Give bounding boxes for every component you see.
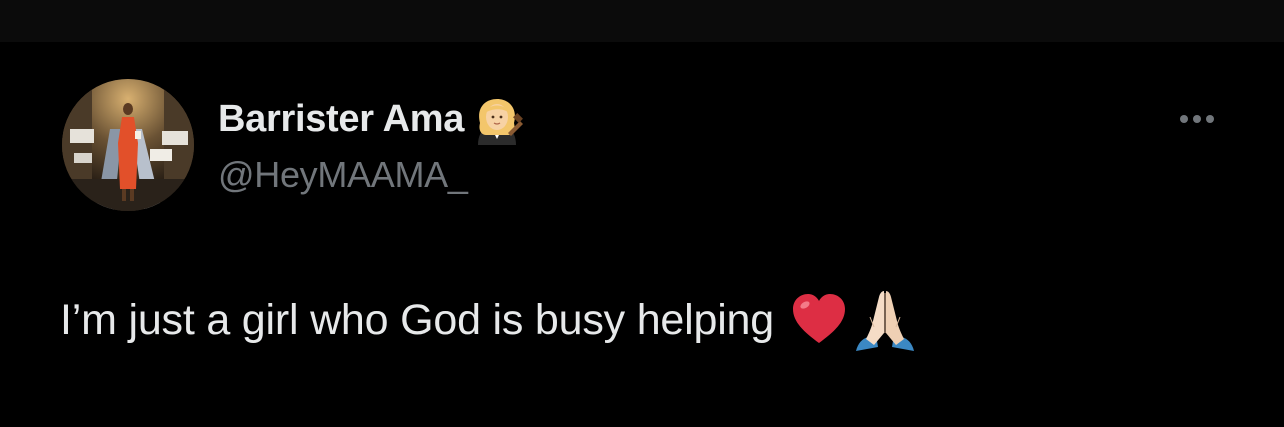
tweet-card[interactable]: Barrister Ama @HeyMAAMA_ I’m just a girl… [0,42,1284,427]
more-options-button[interactable] [1172,106,1222,132]
author-display-name[interactable]: Barrister Ama [218,97,464,141]
top-status-bar [0,0,1284,42]
folded-hands-emoji [855,291,914,351]
tweet-body-text: I’m just a girl who God is busy helping [60,296,774,344]
woman-judge-emoji [478,99,524,145]
author-handle[interactable]: @HeyMAAMA_ [218,154,468,196]
red-heart-emoji [792,294,845,343]
tweet-text: I’m just a girl who God is busy helping [60,285,918,355]
avatar-photo [62,79,194,211]
more-horizontal-icon [1180,115,1188,123]
author-name-row[interactable]: Barrister Ama [218,97,524,145]
avatar[interactable] [62,79,194,211]
